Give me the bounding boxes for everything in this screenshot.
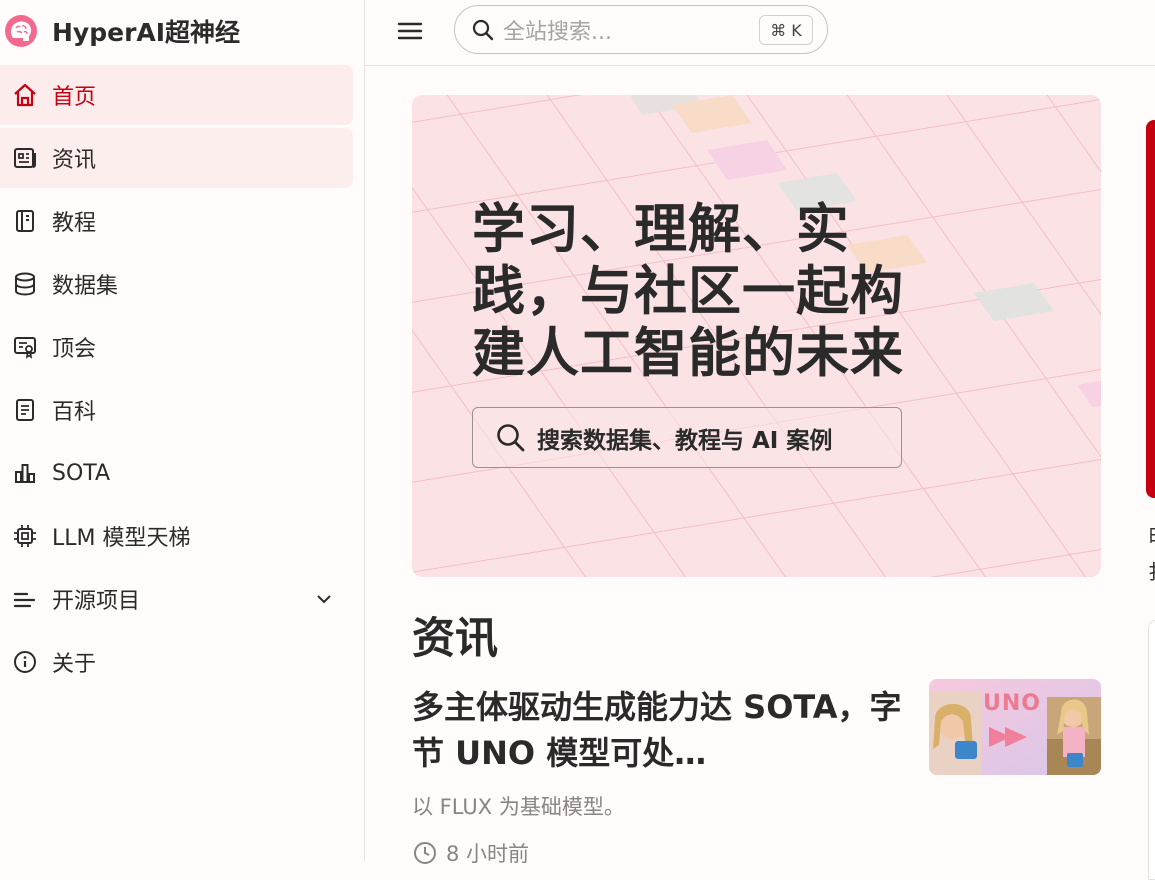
- nav-label: 数据集: [52, 274, 119, 299]
- certificate-icon: [14, 337, 36, 359]
- nav-item-tutorials[interactable]: 教程: [0, 191, 353, 251]
- right-clipped-text: 由: [1148, 518, 1155, 547]
- right-side-card: [1148, 620, 1155, 880]
- brain-logo-icon: [5, 15, 37, 47]
- nav-label: 开源项目: [52, 589, 141, 614]
- nav-label: LLM 模型天梯: [52, 526, 191, 551]
- search-icon: [472, 19, 494, 40]
- news-article-thumbnail[interactable]: UNO: [929, 679, 1101, 775]
- nav-label: SOTA: [52, 460, 111, 486]
- nav-item-conferences[interactable]: 顶会: [0, 317, 353, 377]
- brand[interactable]: HyperAI超神经: [0, 0, 365, 62]
- hero-banner: 学习、理解、实践，与社区一起构建人工智能的未来 搜索数据集、教程与 AI 案例: [412, 95, 1101, 577]
- hero-search-button[interactable]: 搜索数据集、教程与 AI 案例: [472, 407, 902, 468]
- nav-item-news[interactable]: 资讯: [0, 128, 353, 188]
- nav-label: 百科: [52, 400, 97, 425]
- chip-icon: [14, 525, 36, 547]
- site-search-input[interactable]: 全站搜索... ⌘ K: [454, 5, 828, 54]
- news-article-description: 以 FLUX 为基础模型。: [412, 795, 625, 819]
- right-promo-card[interactable]: [1146, 120, 1155, 498]
- main-nav: 首页 资讯 教程 数据集 顶会 百科 SOTA LLM 模型天梯 开源项目 关于: [0, 65, 365, 695]
- database-icon: [15, 272, 35, 296]
- thumbnail-uno-label: UNO: [983, 691, 1041, 716]
- search-placeholder: 全站搜索...: [503, 19, 612, 45]
- clock-icon: [414, 842, 436, 864]
- search-shortcut-badge: ⌘ K: [759, 15, 813, 45]
- nav-item-about[interactable]: 关于: [0, 632, 353, 692]
- nav-label: 顶会: [52, 337, 97, 362]
- nav-label: 教程: [52, 211, 97, 236]
- bar-chart-icon: [15, 464, 35, 483]
- brand-name: HyperAI超神经: [52, 18, 241, 47]
- news-article-title[interactable]: 多主体驱动生成能力达 SOTA，字节 UNO 模型可处…: [412, 684, 912, 776]
- nav-item-llm-leaderboard[interactable]: LLM 模型天梯: [0, 506, 353, 566]
- list-icon: [13, 592, 36, 608]
- nav-item-wiki[interactable]: 百科: [0, 380, 353, 440]
- nav-label: 首页: [52, 85, 97, 110]
- sidebar: HyperAI超神经 首页 资讯 教程 数据集 顶会 百科 SOTA LLM 模…: [0, 0, 365, 861]
- search-icon: [497, 423, 525, 451]
- nav-label: 资讯: [52, 148, 97, 173]
- hamburger-menu-icon[interactable]: [395, 16, 425, 46]
- nav-label: 关于: [52, 652, 97, 677]
- nav-item-sota[interactable]: SOTA: [0, 443, 353, 503]
- news-article-time: 8 小时前: [412, 838, 529, 868]
- right-clipped-text: 扌: [1148, 556, 1155, 585]
- hero-search-label: 搜索数据集、教程与 AI 案例: [537, 427, 833, 454]
- document-icon: [16, 399, 34, 421]
- news-time-text: 8 小时前: [446, 842, 530, 866]
- info-icon: [14, 651, 36, 673]
- hero-title: 学习、理解、实践，与社区一起构建人工智能的未来: [472, 199, 904, 384]
- notebook-icon: [16, 210, 34, 232]
- news-section-title: 资讯: [412, 614, 498, 664]
- top-bar: 全站搜索... ⌘ K: [365, 0, 1155, 66]
- newspaper-icon: [14, 148, 36, 168]
- nav-item-datasets[interactable]: 数据集: [0, 254, 353, 314]
- chevron-down-icon[interactable]: [313, 588, 335, 610]
- nav-item-open-source[interactable]: 开源项目: [0, 569, 353, 629]
- home-icon: [14, 83, 36, 107]
- nav-item-home[interactable]: 首页: [0, 65, 353, 125]
